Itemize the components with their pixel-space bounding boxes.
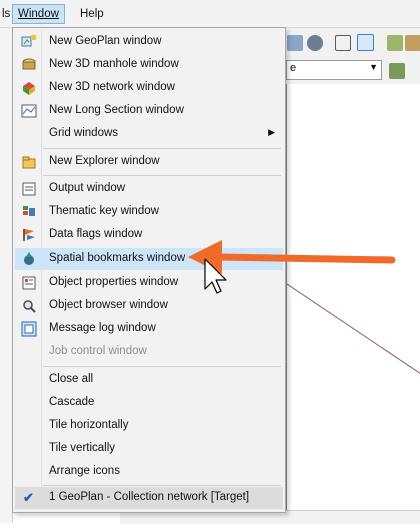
annotation-overlay (188, 240, 396, 294)
orange-arrow-icon (188, 240, 396, 274)
